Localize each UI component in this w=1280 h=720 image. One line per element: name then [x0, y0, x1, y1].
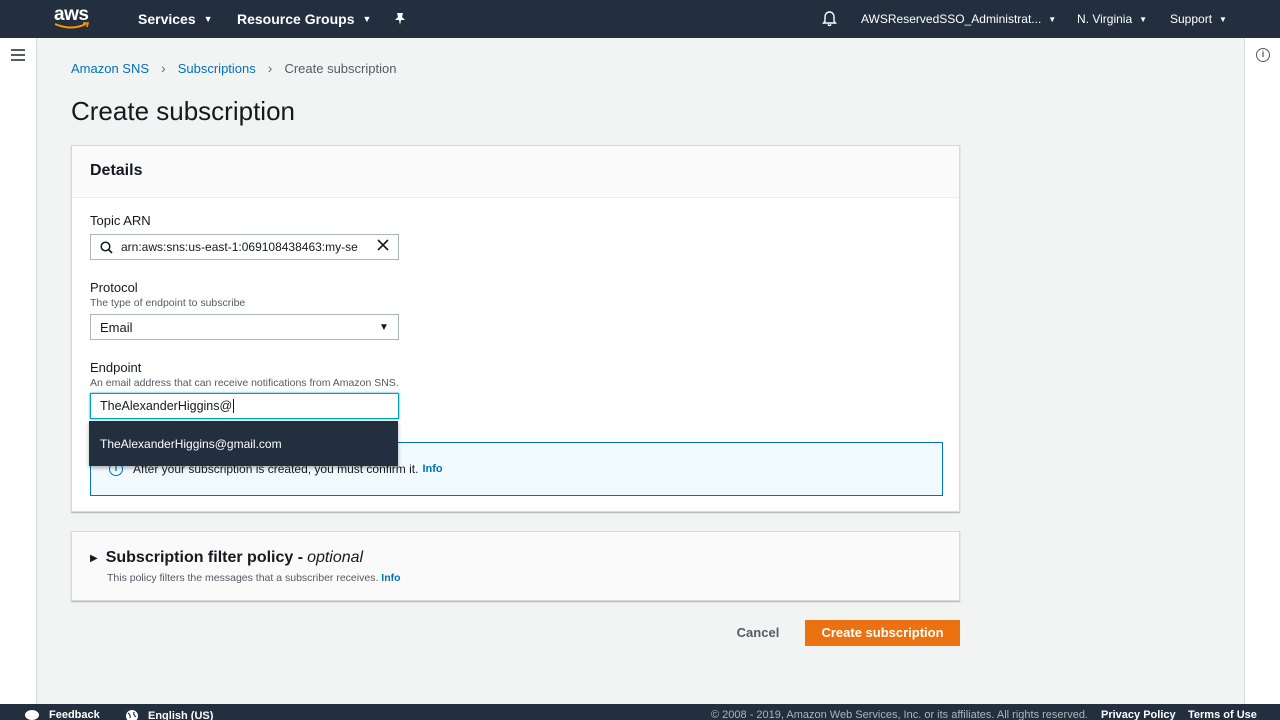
endpoint-input[interactable]: TheAlexanderHiggins@ [90, 393, 399, 419]
chevron-down-icon: ▼ [1219, 14, 1227, 24]
feedback-link[interactable]: Feedback [24, 709, 100, 720]
services-menu[interactable]: Services ▼ [138, 0, 213, 38]
cancel-button[interactable]: Cancel [727, 620, 789, 646]
support-menu[interactable]: Support ▼ [1170, 0, 1227, 38]
filter-policy-title: Subscription filter policy - [105, 549, 304, 566]
protocol-value: Email [100, 319, 133, 335]
right-side-rail: i [1244, 38, 1280, 704]
aws-smile-icon [54, 22, 90, 29]
pin-icon[interactable] [394, 0, 406, 38]
language-label: English (US) [148, 710, 214, 720]
topic-arn-label: Topic ARN [90, 213, 151, 228]
filter-policy-description: This policy filters the messages that a … [107, 572, 401, 584]
filter-policy-info-link[interactable]: Info [381, 572, 400, 584]
filter-policy-panel: ▶ Subscription filter policy - optional … [71, 531, 960, 601]
text-cursor [233, 399, 235, 413]
chevron-right-icon: › [267, 60, 273, 76]
endpoint-description: An email address that can receive notifi… [90, 377, 399, 389]
footer: Feedback English (US) © 2008 - 2019, Ama… [0, 704, 1280, 720]
services-label: Services [138, 11, 196, 27]
protocol-description: The type of endpoint to subscribe [90, 297, 246, 309]
page-title: Create subscription [71, 96, 295, 126]
resource-groups-menu[interactable]: Resource Groups ▼ [237, 0, 371, 38]
filter-policy-toggle[interactable]: ▶ Subscription filter policy - optional [90, 549, 363, 567]
bell-icon[interactable] [822, 0, 837, 38]
chevron-down-icon: ▼ [1048, 14, 1057, 24]
region-menu[interactable]: N. Virginia ▼ [1077, 0, 1147, 38]
endpoint-value: TheAlexanderHiggins@ [100, 399, 233, 413]
chevron-down-icon: ▼ [203, 14, 213, 24]
privacy-policy-link[interactable]: Privacy Policy [1101, 709, 1176, 720]
breadcrumb-amazon-sns[interactable]: Amazon SNS [71, 61, 149, 76]
chevron-down-icon: ▼ [1139, 14, 1148, 24]
alert-info-link[interactable]: Info [422, 463, 442, 475]
topic-arn-input[interactable]: arn:aws:sns:us-east-1:069108438463:my-se [90, 234, 399, 260]
left-side-rail [0, 38, 37, 704]
resource-groups-label: Resource Groups [237, 11, 355, 27]
chevron-down-icon: ▼ [362, 14, 372, 24]
language-selector[interactable]: English (US) [125, 709, 213, 720]
endpoint-label: Endpoint [90, 360, 142, 375]
copyright-text: © 2008 - 2019, Amazon Web Services, Inc.… [711, 709, 1088, 720]
info-panel-icon[interactable]: i [1256, 48, 1270, 62]
aws-logo[interactable]: aws [54, 5, 92, 32]
caret-right-icon: ▶ [90, 552, 98, 564]
account-menu[interactable]: AWSReservedSSO_Administrat... ▼ [861, 0, 1056, 38]
caret-down-icon: ▼ [379, 321, 389, 333]
breadcrumb-current: Create subscription [284, 60, 397, 76]
filter-policy-description-text: This policy filters the messages that a … [107, 572, 379, 584]
support-label: Support [1170, 12, 1213, 26]
region-label: N. Virginia [1077, 12, 1133, 26]
globe-icon [126, 710, 138, 720]
details-header: Details [72, 146, 959, 198]
clear-icon[interactable] [368, 238, 398, 256]
feedback-icon [25, 710, 39, 720]
account-label: AWSReservedSSO_Administrat... [861, 12, 1042, 26]
chevron-right-icon: › [161, 60, 166, 76]
protocol-label: Protocol [90, 280, 138, 295]
feedback-label: Feedback [49, 709, 100, 720]
menu-icon[interactable] [11, 49, 25, 61]
breadcrumb-subscriptions[interactable]: Subscriptions [178, 61, 256, 76]
create-subscription-button[interactable]: Create subscription [805, 620, 960, 646]
breadcrumb: Amazon SNS › Subscriptions › Create subs… [71, 60, 396, 76]
topic-arn-value: arn:aws:sns:us-east-1:069108438463:my-se [121, 240, 358, 254]
search-icon [91, 240, 121, 254]
terms-of-use-link[interactable]: Terms of Use [1188, 709, 1257, 720]
endpoint-autocomplete-option[interactable]: TheAlexanderHiggins@gmail.com [89, 421, 398, 466]
protocol-select[interactable]: Email ▼ [90, 314, 399, 340]
top-navigation: aws Services ▼ Resource Groups ▼ AWSRese… [0, 0, 1280, 38]
filter-policy-optional: optional [307, 549, 364, 566]
